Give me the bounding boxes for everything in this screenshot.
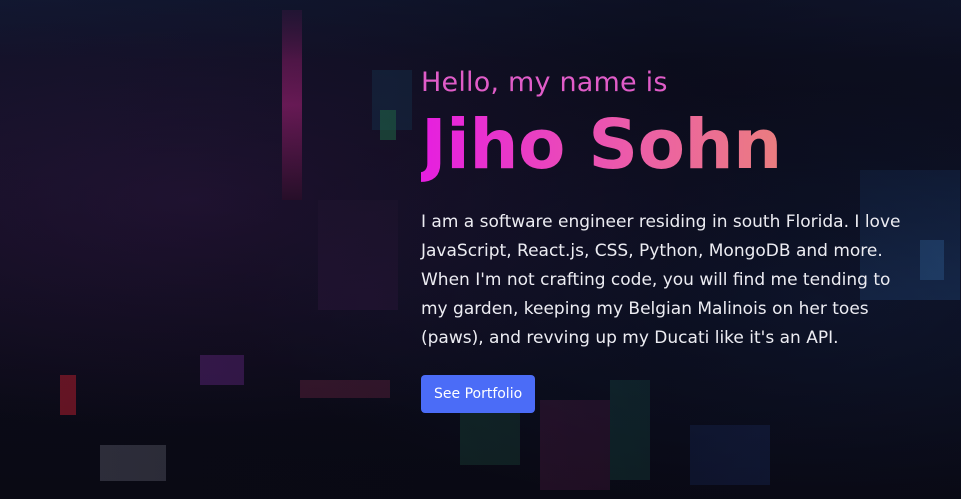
see-portfolio-button[interactable]: See Portfolio <box>421 375 536 413</box>
hero-content: Hello, my name is Jiho Sohn I am a softw… <box>421 64 911 413</box>
hero-name-heading: Jiho Sohn <box>421 104 911 186</box>
greeting-text: Hello, my name is <box>421 67 668 98</box>
bio-paragraph: I am a software engineer residing in sou… <box>421 212 901 348</box>
